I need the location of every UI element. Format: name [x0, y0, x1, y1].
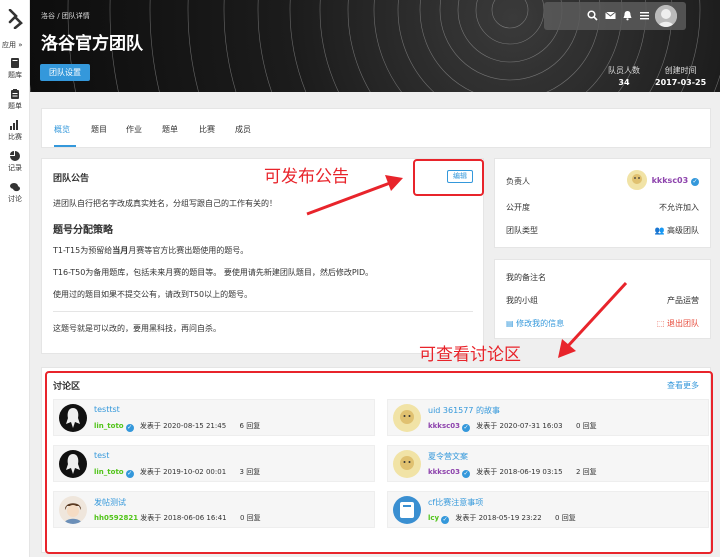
team-settings-button[interactable]: 团队设置	[40, 64, 90, 81]
created-date-stat: 创建时间 2017-03-25	[655, 65, 706, 87]
created-date-label: 创建时间	[664, 66, 697, 75]
sidebar-item-discuss[interactable]: 讨论	[0, 182, 30, 204]
sidebar-item-problems[interactable]: 题库	[0, 58, 30, 80]
page-title: 洛谷官方团队	[41, 34, 143, 54]
annotation-publish-note: 可发布公告	[264, 167, 349, 187]
sidebar-item-label: 讨论	[8, 195, 22, 203]
team-info-card: 负责人 kkksc03 ✓ 公开度 不允许加入 团队类型 👥 高级团队	[494, 158, 711, 248]
line-2-bold: 当月	[112, 246, 129, 255]
announcement-line-1: 进团队自行把名字改成真实姓名，分组写跟自己的工作有关的！	[53, 199, 277, 208]
leave-team-label: 退出团队	[667, 319, 699, 328]
bell-icon[interactable]	[622, 10, 633, 21]
user-toolbar	[544, 2, 686, 30]
my-note-label: 我的备注名	[506, 273, 546, 282]
edit-doc-icon: ▤	[506, 319, 514, 328]
comments-icon	[10, 183, 20, 192]
owner-label: 负责人	[506, 177, 530, 186]
line-2-part-c: 月赛等官方比赛出题使用的题号。	[128, 246, 249, 255]
user-avatar[interactable]	[655, 5, 677, 27]
announcement-line-2: T1-T15为预留给当月月赛等官方比赛出题使用的题号。	[53, 245, 248, 256]
pie-chart-icon	[10, 151, 20, 161]
owner-avatar[interactable]	[627, 170, 647, 190]
tab-problems[interactable]: 题目	[91, 124, 107, 135]
tab-contests[interactable]: 比赛	[199, 124, 215, 135]
sidebar-item-records[interactable]: 记录	[0, 151, 30, 173]
edit-my-info-label: 修改我的信息	[516, 319, 565, 328]
my-membership-card: 我的备注名 我的小组 产品运营 ▤ 修改我的信息 ⬚ 退出团队	[494, 259, 711, 339]
team-type-text: 高级团队	[667, 226, 699, 235]
breadcrumb[interactable]: 洛谷 / 团队详情	[41, 11, 90, 21]
announcement-line-4: 使用过的题目如果不提交公有，请改到T50以上的题号。	[53, 290, 253, 299]
leave-team-link[interactable]: ⬚ 退出团队	[657, 318, 699, 329]
announcement-title: 团队公告	[53, 174, 90, 184]
verified-icon: ✓	[691, 178, 699, 186]
team-type-value: 👥 高级团队	[654, 225, 699, 236]
owner-username[interactable]: kkksc03	[652, 176, 689, 185]
member-count-value: 34	[618, 78, 630, 87]
menu-icon[interactable]	[639, 10, 650, 21]
left-sidebar: 应用 » 题库 题单 比赛 记录 讨论	[0, 0, 30, 557]
visibility-label: 公开度	[506, 203, 530, 212]
tab-overview[interactable]: 概览	[54, 124, 70, 135]
announcement-subtitle: 题号分配策略	[53, 225, 113, 236]
apps-toggle[interactable]: 应用 »	[2, 40, 23, 50]
leave-icon: ⬚	[656, 319, 665, 328]
tab-members[interactable]: 成员	[235, 124, 251, 135]
member-count-stat: 队员人数 34	[608, 65, 640, 87]
line-2-part-a: T1-T15为预留给	[53, 246, 113, 255]
search-icon[interactable]	[587, 10, 598, 21]
sidebar-item-label: 题单	[8, 102, 22, 110]
my-group-label: 我的小组	[506, 296, 538, 305]
active-tab-indicator	[54, 145, 76, 147]
team-type-label: 团队类型	[506, 226, 538, 235]
sidebar-item-label: 比赛	[8, 133, 22, 141]
chart-bar-icon	[10, 120, 18, 130]
member-count-label: 队员人数	[608, 66, 640, 75]
book-icon	[11, 58, 19, 68]
mail-icon[interactable]	[605, 10, 616, 21]
team-tabs: 概览 题目 作业 题单 比赛 成员	[41, 108, 711, 148]
list-icon	[11, 89, 19, 99]
users-icon: 👥	[654, 226, 665, 235]
announcement-line-5: 这题号就是可以改的，要用黑科技，再问自杀。	[53, 324, 221, 333]
announcement-line-3: T16-T50为备用题库，包括未来月赛的题目等。 要使用请先新建团队题目，然后修…	[53, 268, 374, 277]
annotation-box-discussion	[45, 371, 713, 554]
tab-homework[interactable]: 作业	[126, 124, 142, 135]
annotation-discussion-note: 可查看讨论区	[419, 345, 521, 365]
created-date-value: 2017-03-25	[655, 78, 707, 87]
my-group-value: 产品运营	[667, 296, 699, 305]
sidebar-item-problem-lists[interactable]: 题单	[0, 89, 30, 111]
annotation-box-edit	[413, 159, 484, 196]
sidebar-item-contests[interactable]: 比赛	[0, 120, 30, 142]
tab-problem-lists[interactable]: 题单	[162, 124, 178, 135]
visibility-value: 不允许加入	[659, 203, 699, 212]
sidebar-item-label: 记录	[8, 164, 22, 172]
luogu-logo-icon[interactable]	[7, 9, 24, 29]
sidebar-item-label: 题库	[8, 71, 22, 79]
divider	[53, 311, 473, 312]
edit-my-info-link[interactable]: ▤ 修改我的信息	[506, 318, 564, 329]
owner-name[interactable]: kkksc03 ✓	[652, 176, 699, 186]
